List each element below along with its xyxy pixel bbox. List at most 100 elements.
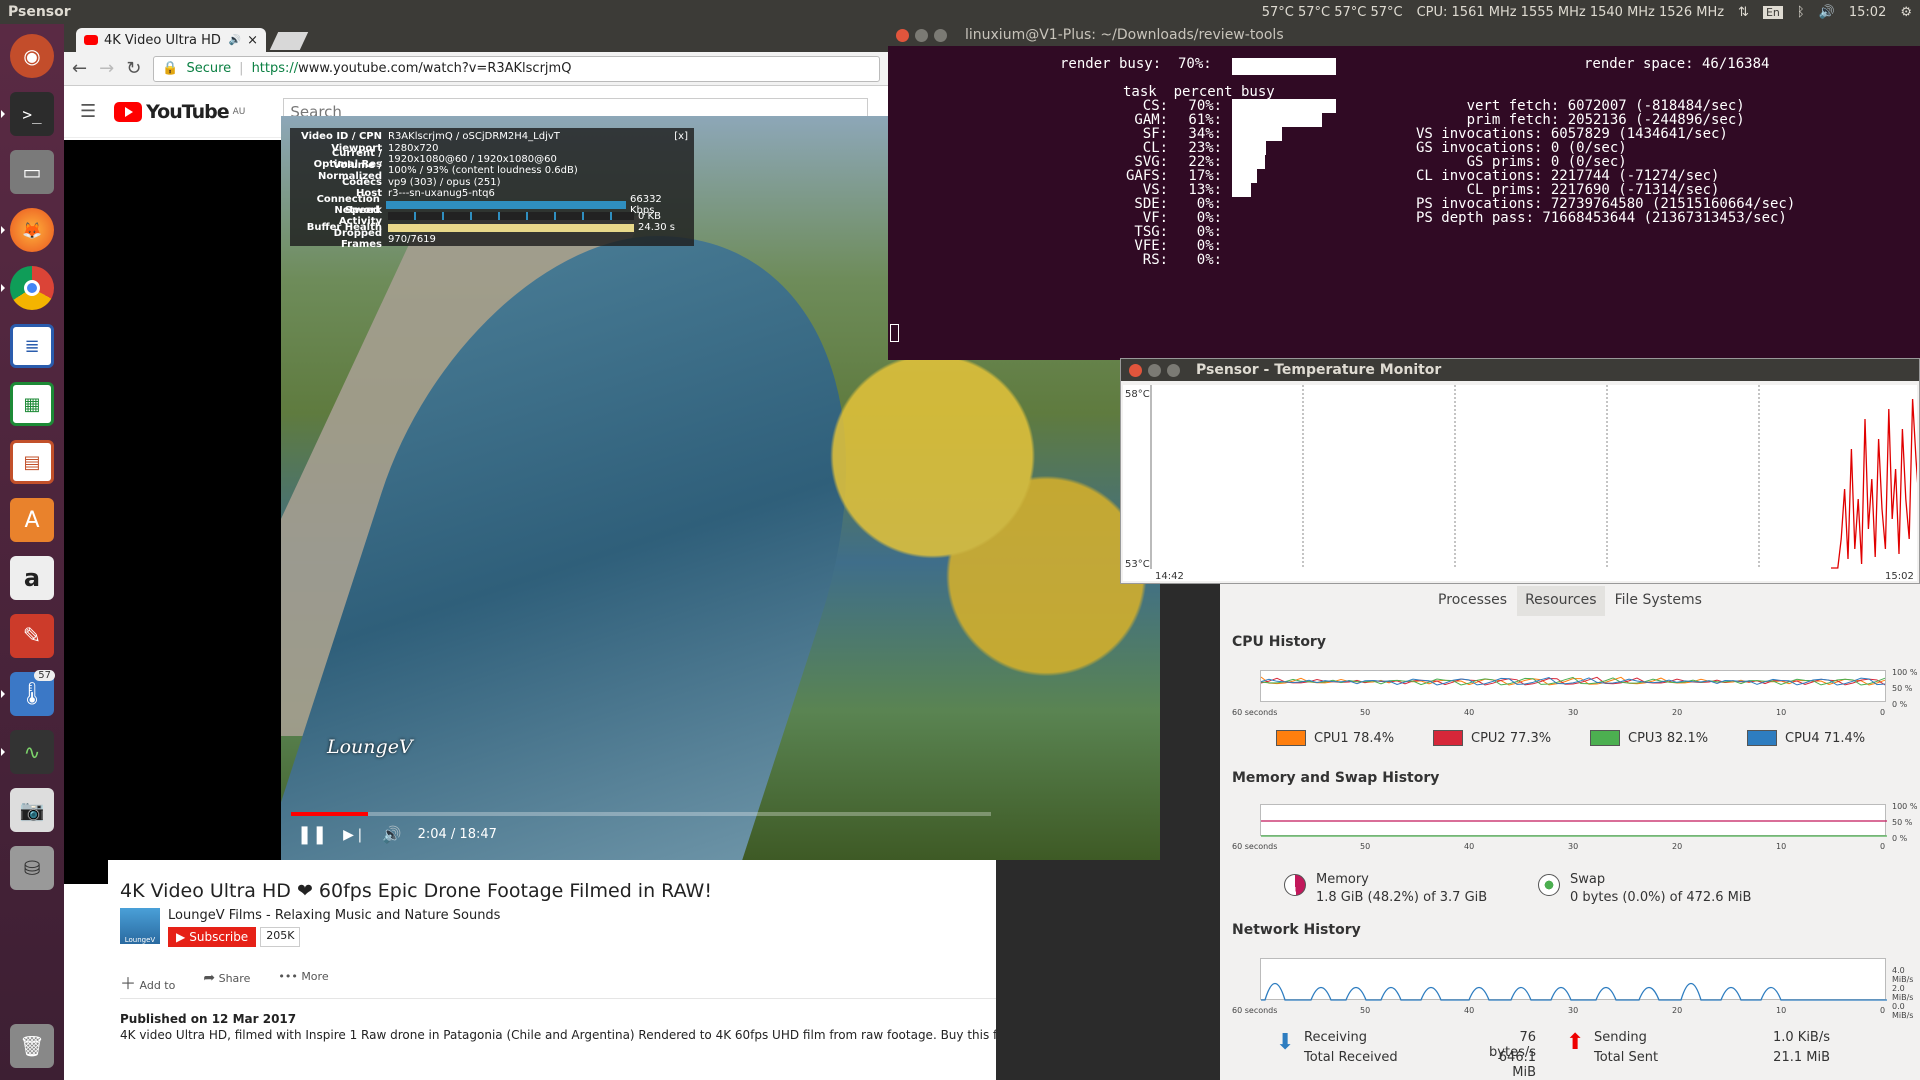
render-space-label: render space: 46/16384 <box>1584 56 1770 72</box>
y-tick-label: 50 % <box>1892 684 1913 693</box>
memory-history-graph <box>1260 804 1887 837</box>
x-tick-label: 20 <box>1672 842 1683 851</box>
new-tab-button[interactable] <box>269 32 309 50</box>
libreoffice-impress-icon[interactable]: ▤ <box>7 436 57 488</box>
channel-avatar[interactable]: LoungeV <box>120 908 160 944</box>
cpu-color-swatch[interactable] <box>1590 730 1620 746</box>
channel-name[interactable]: LoungeV Films - Relaxing Music and Natur… <box>168 908 500 923</box>
psensor-icon[interactable]: 🌡 57 <box>1 668 57 720</box>
close-icon[interactable] <box>1129 363 1142 377</box>
terminal-window[interactable]: linuxium@V1-Plus: ~/Downloads/review-too… <box>888 24 1920 360</box>
libreoffice-writer-icon[interactable]: ≣ <box>7 320 57 372</box>
minimize-icon[interactable] <box>915 28 928 42</box>
cpu-color-swatch[interactable] <box>1276 730 1306 746</box>
stats-key: Codecs <box>341 176 382 188</box>
maximize-icon[interactable] <box>934 28 947 42</box>
psensor-window[interactable]: Psensor - Temperature Monitor 58°C 53°C … <box>1120 358 1920 584</box>
stats-value: R3AKlscrjmQ / oSCjDRM2H4_LdjvT <box>388 131 560 143</box>
x-tick-label: 10 <box>1776 1006 1787 1015</box>
libreoffice-calc-icon[interactable]: ▦ <box>7 378 57 430</box>
video-description: 4K video Ultra HD, filmed with Inspire 1… <box>120 1028 996 1042</box>
sending-label: Sending <box>1594 1030 1647 1045</box>
keyboard-layout-indicator[interactable]: En <box>1762 5 1783 19</box>
cpu-frequency-indicator[interactable]: CPU: 1561 MHz 1555 MHz 1540 MHz 1526 MHz <box>1417 5 1724 20</box>
terminal-titlebar[interactable]: linuxium@V1-Plus: ~/Downloads/review-too… <box>888 24 1920 46</box>
tab-processes[interactable]: Processes <box>1430 586 1515 616</box>
reload-icon[interactable]: ↻ <box>126 58 141 79</box>
ubuntu-dash-icon[interactable]: ◉ <box>7 30 57 82</box>
more-button[interactable]: ••• More <box>278 970 328 994</box>
audio-icon[interactable]: 🔊 <box>229 35 241 46</box>
cpu-color-swatch[interactable] <box>1747 730 1777 746</box>
url-text: www.youtube.com/watch?v=R3AKlscrjmQ <box>298 61 572 76</box>
cpu-legend-item[interactable]: CPU3 82.1% <box>1590 730 1708 746</box>
menu-icon[interactable]: ☰ <box>80 101 96 122</box>
x-tick-label: 60 seconds <box>1232 1006 1278 1015</box>
pause-icon[interactable]: ❚❚ <box>297 824 327 845</box>
drive-icon[interactable]: ⛁ <box>7 842 57 894</box>
network-updown-icon[interactable]: ⇅ <box>1738 5 1749 20</box>
lock-icon[interactable]: 🔒 <box>162 61 178 76</box>
power-gear-icon[interactable]: ⚙ <box>1900 5 1912 20</box>
close-icon[interactable] <box>896 28 909 42</box>
stats-value: 1280x720 <box>388 142 439 154</box>
stats-close-button[interactable]: [x] <box>674 131 688 142</box>
terminal-cursor <box>890 324 899 342</box>
stats-graph-bar <box>388 223 634 232</box>
tab-resources[interactable]: Resources <box>1517 586 1605 616</box>
firefox-icon[interactable]: 🦊 <box>1 204 57 256</box>
cpu-legend-item[interactable]: CPU2 77.3% <box>1433 730 1551 746</box>
swap-value: 0 bytes (0.0%) of 472.6 MiB <box>1570 890 1752 905</box>
share-button[interactable]: ➦ Share <box>203 970 250 994</box>
x-tick-label: 30 <box>1568 842 1579 851</box>
bluetooth-icon[interactable]: ᛒ <box>1797 5 1805 20</box>
task-percent: 0%: <box>1196 252 1223 268</box>
maximize-icon[interactable] <box>1167 363 1180 377</box>
clock[interactable]: 15:02 <box>1849 5 1886 20</box>
cpu-color-swatch[interactable] <box>1433 730 1463 746</box>
screenshot-icon[interactable]: 📷 <box>7 784 57 836</box>
x-tick-label: 40 <box>1464 708 1475 717</box>
share-icon: ➦ <box>203 970 216 986</box>
channel-watermark: LoungeV <box>327 736 413 758</box>
address-bar[interactable]: 🔒 Secure | https://www.youtube.com/watch… <box>153 55 880 82</box>
system-settings-icon[interactable]: ✎ <box>7 610 57 662</box>
minimize-icon[interactable] <box>1148 363 1161 377</box>
trash-icon[interactable]: 🗑 <box>7 1020 57 1072</box>
system-monitor-icon[interactable]: ∿ <box>1 726 57 778</box>
memory-history-title: Memory and Swap History <box>1232 770 1440 786</box>
x-tick-label: 20 <box>1672 1006 1683 1015</box>
cpu-legend-item[interactable]: CPU1 78.4% <box>1276 730 1394 746</box>
youtube-logo[interactable]: YouTube AU <box>114 101 245 123</box>
cpu-legend-item[interactable]: CPU4 71.4% <box>1747 730 1865 746</box>
network-history-graph <box>1260 958 1887 1001</box>
task-busy-bar <box>1232 169 1257 183</box>
system-monitor-window[interactable]: Processes Resources File Systems CPU His… <box>1220 584 1920 1080</box>
forward-arrow-icon[interactable]: → <box>99 58 114 79</box>
temperature-indicator[interactable]: 57°C 57°C 57°C 57°C <box>1262 5 1403 20</box>
volume-icon[interactable]: 🔊 <box>382 825 402 844</box>
psensor-titlebar[interactable]: Psensor - Temperature Monitor <box>1121 359 1919 381</box>
software-center-icon[interactable]: A <box>7 494 57 546</box>
terminal-icon[interactable]: >_ <box>1 88 57 140</box>
cpu-legend-label: CPU3 82.1% <box>1628 730 1709 746</box>
next-icon[interactable]: ▶❘ <box>343 827 366 843</box>
chromium-icon[interactable] <box>1 262 57 314</box>
tab-close-icon[interactable]: × <box>247 33 258 48</box>
files-icon[interactable]: ▭ <box>7 146 57 198</box>
browser-tab[interactable]: 4K Video Ultra HD 🔊 × <box>76 28 266 52</box>
stats-graph-bar <box>385 201 626 210</box>
stats-value: 100% / 93% (content loudness 0.6dB) <box>388 165 578 177</box>
add-to-button[interactable]: ＋ Add to <box>120 970 175 994</box>
back-arrow-icon[interactable]: ← <box>72 58 87 79</box>
stats-value: 24.30 s <box>638 222 676 234</box>
volume-icon[interactable]: 🔊 <box>1819 5 1835 20</box>
progress-bar[interactable] <box>291 812 991 816</box>
y-tick-label: 0.0 MiB/s <box>1892 1002 1914 1020</box>
x-tick-label: 50 <box>1360 1006 1371 1015</box>
subscriber-count: 205K <box>260 927 301 947</box>
subscribe-button[interactable]: ▶ Subscribe <box>168 927 257 947</box>
amazon-icon[interactable]: a <box>7 552 57 604</box>
y-tick-label: 2.0 MiB/s <box>1892 984 1914 1002</box>
tab-file-systems[interactable]: File Systems <box>1607 586 1710 616</box>
